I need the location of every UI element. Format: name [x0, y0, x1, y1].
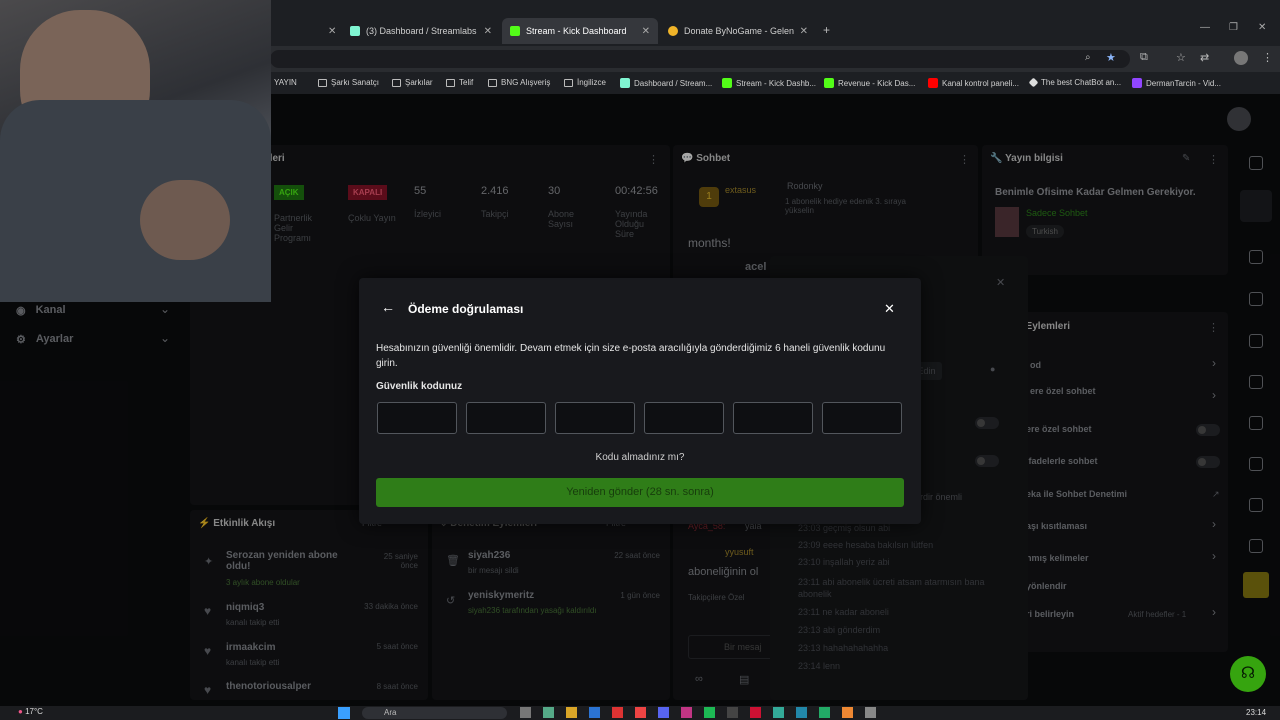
taskbar-search[interactable]: Ara: [362, 707, 507, 719]
profile-avatar[interactable]: [1234, 51, 1248, 65]
tab-kick-dashboard[interactable]: Stream - Kick Dashboard ✕: [502, 18, 658, 44]
chrome-icon[interactable]: [635, 707, 646, 718]
close-icon[interactable]: ✕: [484, 26, 492, 37]
code-digit-input[interactable]: [822, 402, 902, 434]
instagram-icon[interactable]: [681, 707, 692, 718]
code-label: Güvenlik kodunuz: [376, 381, 463, 392]
weather-widget[interactable]: ● 17°C: [18, 707, 43, 716]
app-icon[interactable]: [543, 707, 554, 718]
minimize-icon[interactable]: —: [1200, 22, 1210, 33]
close-icon[interactable]: ✕: [328, 26, 336, 37]
app-icon[interactable]: [773, 707, 784, 718]
bookmark-star-icon[interactable]: ★: [1106, 51, 1116, 64]
streamlabs-icon: [350, 26, 360, 36]
close-window-icon[interactable]: ✕: [1258, 22, 1266, 33]
bookmark-item[interactable]: YAYIN: [274, 78, 297, 87]
code-digit-input[interactable]: [555, 402, 635, 434]
kick-icon: [510, 26, 520, 36]
taskbar-apps: [520, 707, 876, 718]
youtube-icon: [928, 78, 938, 88]
resend-code-button[interactable]: Yeniden gönder (28 sn. sonra): [376, 478, 904, 507]
kick-icon: [722, 78, 732, 88]
person-shirt: [0, 100, 271, 302]
spotify-icon[interactable]: [704, 707, 715, 718]
folder-icon: [446, 78, 455, 87]
folder-icon: [318, 78, 327, 87]
bookmark-item[interactable]: Kanal kontrol paneli...: [928, 78, 1019, 88]
bynogame-icon: [668, 26, 678, 36]
person-hand: [140, 180, 230, 260]
restore-icon[interactable]: ❐: [1229, 22, 1238, 33]
tab-label: Donate ByNoGame - Gelen/Gid: [683, 26, 794, 36]
bookmark-item[interactable]: Stream - Kick Dashb...: [722, 78, 816, 88]
tab-streamlabs[interactable]: (3) Dashboard / Streamlabs ✕: [342, 18, 500, 44]
code-digit-input[interactable]: [644, 402, 724, 434]
back-arrow-icon[interactable]: ←: [381, 299, 395, 315]
menu-icon[interactable]: ⋮: [1262, 51, 1273, 64]
app-icon[interactable]: [750, 707, 761, 718]
folder-app-icon[interactable]: [566, 707, 577, 718]
favorites-icon[interactable]: ☆: [1176, 51, 1186, 64]
kick-icon: [824, 78, 834, 88]
bookmark-item[interactable]: Dashboard / Stream...: [620, 78, 712, 88]
twitch-icon: [1132, 78, 1142, 88]
tab-bynogame[interactable]: Donate ByNoGame - Gelen/Gid ✕: [660, 18, 816, 44]
extensions-icon[interactable]: ⧉: [1140, 51, 1148, 64]
no-code-link[interactable]: Kodu almadınız mı?: [359, 452, 921, 463]
app-icon[interactable]: [727, 707, 738, 718]
tab-label: (3) Dashboard / Streamlabs: [366, 26, 477, 36]
bookmark-item[interactable]: Telif: [446, 78, 473, 87]
windows-start-icon[interactable]: [338, 707, 350, 719]
taskbar-clock[interactable]: 23:14: [1246, 708, 1266, 717]
translate-icon[interactable]: ⇄: [1200, 51, 1209, 64]
chatbot-icon: [1028, 77, 1039, 88]
close-icon[interactable]: ✕: [642, 26, 650, 37]
app-icon[interactable]: [589, 707, 600, 718]
modal-title: Ödeme doğrulaması: [408, 302, 524, 316]
bookmark-item[interactable]: Revenue - Kick Das...: [824, 78, 915, 88]
folder-icon: [564, 78, 573, 87]
bookmark-item[interactable]: Şarkılar: [392, 78, 433, 87]
modal-description: Hesabınızın güvenliği önemlidir. Devam e…: [376, 343, 886, 369]
folder-icon: [488, 78, 497, 87]
bookmark-item[interactable]: BNG Alışveriş: [488, 78, 550, 87]
bookmark-item[interactable]: DermanTarcin - Vid...: [1132, 78, 1221, 88]
app-icon[interactable]: [865, 707, 876, 718]
bookmark-item[interactable]: The best ChatBot an...: [1028, 77, 1121, 88]
app-icon[interactable]: [819, 707, 830, 718]
code-digit-input[interactable]: [733, 402, 813, 434]
app-icon[interactable]: [796, 707, 807, 718]
windows-taskbar: ● 17°C Ara 23:14: [0, 706, 1280, 720]
app-icon[interactable]: [612, 707, 623, 718]
app-icon[interactable]: [520, 707, 531, 718]
weather-icon: ●: [18, 707, 23, 716]
app-icon[interactable]: [842, 707, 853, 718]
webcam-overlay: [0, 0, 271, 302]
streamlabs-icon: [620, 78, 630, 88]
tab-close-previous[interactable]: ✕: [320, 18, 342, 44]
folder-icon: [392, 78, 401, 87]
code-digit-input[interactable]: [466, 402, 546, 434]
payment-verification-modal: ← Ödeme doğrulaması ✕ Hesabınızın güvenl…: [359, 278, 921, 524]
tab-label: Stream - Kick Dashboard: [526, 26, 627, 36]
new-tab-icon[interactable]: +: [823, 23, 830, 37]
discord-icon[interactable]: [658, 707, 669, 718]
bookmark-item[interactable]: Şarkı Sanatçı: [318, 78, 379, 87]
bookmark-item[interactable]: İngilizce: [564, 78, 606, 87]
url-input[interactable]: [270, 50, 1130, 68]
close-icon[interactable]: ✕: [884, 301, 895, 317]
close-icon[interactable]: ✕: [800, 26, 808, 37]
code-digit-input[interactable]: [377, 402, 457, 434]
zoom-icon[interactable]: ⌕: [1085, 52, 1091, 63]
